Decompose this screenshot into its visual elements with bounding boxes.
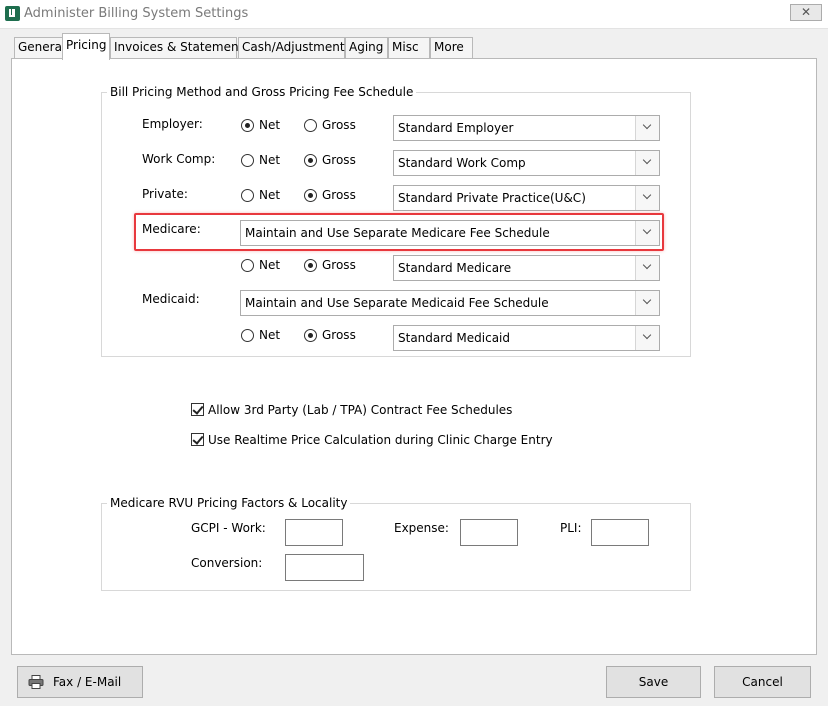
allow-3rd-party-label[interactable]: Allow 3rd Party (Lab / TPA) Contract Fee… xyxy=(208,403,512,417)
medicare-fee-schedule-select[interactable]: Standard Medicare xyxy=(393,255,660,281)
printer-icon xyxy=(28,675,44,689)
pricing-group-title: Bill Pricing Method and Gross Pricing Fe… xyxy=(107,85,417,99)
medicaid-label: Medicaid: xyxy=(142,292,200,306)
work-comp-label: Work Comp: xyxy=(142,152,216,166)
pli-input[interactable] xyxy=(591,519,649,546)
medicaid-gross-radio[interactable]: Gross xyxy=(304,328,364,344)
cancel-button[interactable]: Cancel xyxy=(714,666,811,698)
chevron-down-icon[interactable] xyxy=(635,256,659,280)
pli-label: PLI: xyxy=(560,521,582,535)
medicaid-net-radio[interactable]: Net xyxy=(241,328,301,344)
rvu-group-title: Medicare RVU Pricing Factors & Locality xyxy=(107,496,351,510)
fax-email-button[interactable]: Fax / E-Mail xyxy=(17,666,143,698)
employer-net-radio[interactable]: Net xyxy=(241,118,301,134)
close-button[interactable]: ✕ xyxy=(790,4,822,21)
gcpi-work-label: GCPI - Work: xyxy=(191,521,266,535)
close-icon: ✕ xyxy=(800,5,812,19)
private-fee-schedule-select[interactable]: Standard Private Practice(U&C) xyxy=(393,185,660,211)
tab-invoices-statements[interactable]: Invoices & Statements xyxy=(110,37,250,58)
work-comp-fee-schedule-select[interactable]: Standard Work Comp xyxy=(393,150,660,176)
gcpi-work-input[interactable] xyxy=(285,519,343,546)
chevron-down-icon[interactable] xyxy=(635,151,659,175)
expense-label: Expense: xyxy=(394,521,449,535)
radio-circle xyxy=(304,189,317,202)
tab-aging[interactable]: Aging xyxy=(345,37,388,58)
realtime-price-checkbox[interactable] xyxy=(191,433,204,446)
radio-circle xyxy=(241,189,254,202)
chevron-down-icon[interactable] xyxy=(635,326,659,350)
allow-3rd-party-checkbox[interactable] xyxy=(191,403,204,416)
chevron-down-icon[interactable] xyxy=(635,186,659,210)
medicare-gross-radio[interactable]: Gross xyxy=(304,258,364,274)
radio-circle xyxy=(241,154,254,167)
medicare-net-radio[interactable]: Net xyxy=(241,258,301,274)
radio-circle xyxy=(304,329,317,342)
employer-gross-radio[interactable]: Gross xyxy=(304,118,364,134)
tab-more[interactable]: More xyxy=(430,37,473,58)
private-net-radio[interactable]: Net xyxy=(241,188,301,204)
chevron-down-icon[interactable] xyxy=(635,116,659,140)
private-label: Private: xyxy=(142,187,188,201)
conversion-input[interactable] xyxy=(285,554,364,581)
radio-circle xyxy=(304,259,317,272)
conversion-label: Conversion: xyxy=(191,556,263,570)
chevron-down-icon[interactable] xyxy=(635,221,659,245)
radio-circle xyxy=(241,329,254,342)
work-comp-net-radio[interactable]: Net xyxy=(241,153,301,169)
radio-circle xyxy=(304,119,317,132)
tab-misc[interactable]: Misc xyxy=(388,37,430,58)
app-logo-icon xyxy=(5,6,20,21)
radio-circle xyxy=(304,154,317,167)
tab-cash-adjustments[interactable]: Cash/Adjustments xyxy=(238,37,351,58)
medicare-option-select[interactable]: Maintain and Use Separate Medicare Fee S… xyxy=(240,220,660,246)
chevron-down-icon[interactable] xyxy=(635,291,659,315)
radio-circle xyxy=(241,119,254,132)
tab-general[interactable]: General xyxy=(14,37,65,58)
rvu-factors-group xyxy=(101,503,691,591)
employer-fee-schedule-select[interactable]: Standard Employer xyxy=(393,115,660,141)
realtime-price-label[interactable]: Use Realtime Price Calculation during Cl… xyxy=(208,433,553,447)
save-button[interactable]: Save xyxy=(606,666,701,698)
window-title: Administer Billing System Settings xyxy=(24,6,249,21)
private-gross-radio[interactable]: Gross xyxy=(304,188,364,204)
work-comp-gross-radio[interactable]: Gross xyxy=(304,153,364,169)
employer-label: Employer: xyxy=(142,117,203,131)
expense-input[interactable] xyxy=(460,519,518,546)
radio-circle xyxy=(241,259,254,272)
medicare-label: Medicare: xyxy=(142,222,201,236)
medicaid-option-select[interactable]: Maintain and Use Separate Medicaid Fee S… xyxy=(240,290,660,316)
medicaid-fee-schedule-select[interactable]: Standard Medicaid xyxy=(393,325,660,351)
tab-pricing[interactable]: Pricing xyxy=(62,33,110,60)
